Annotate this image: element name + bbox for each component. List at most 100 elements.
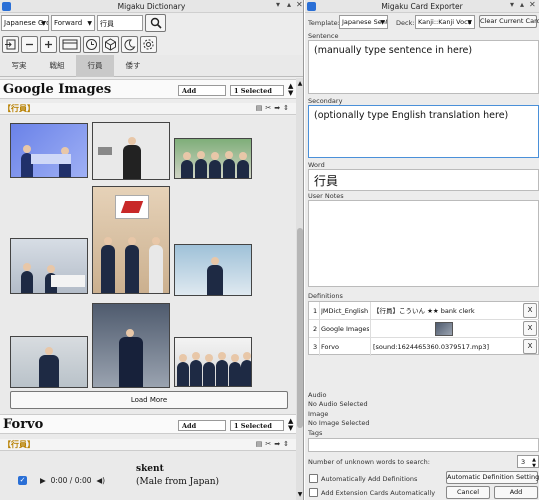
definition-row[interactable]: 2 Google Images X [309, 320, 539, 338]
scrollbar-thumb[interactable] [297, 228, 303, 428]
remove-definition-button[interactable]: X [523, 321, 537, 336]
image-result-8[interactable] [92, 303, 170, 388]
image-result-1[interactable] [10, 123, 88, 178]
forvo-pronunciation-row: ✓ ▶ 0:00 / 0:00 ◀) skent (Male from Japa… [0, 452, 296, 500]
close-icon[interactable]: ✕ [296, 0, 303, 9]
forvo-term-label: 【行員】 [3, 440, 35, 449]
clear-current-card-button[interactable]: Clear Current Card [479, 15, 539, 28]
reorder-icon[interactable]: ⇕ [283, 104, 292, 112]
automatic-definition-settings-button[interactable]: Automatic Definition Settings [446, 471, 539, 484]
forvo-selected-field[interactable]: 1 Selected [230, 420, 284, 431]
remove-definition-button[interactable]: X [523, 303, 537, 318]
dictionary-view-button[interactable] [59, 36, 81, 53]
sentence-field[interactable]: (manually type sentence in here) [308, 40, 539, 94]
tab-1[interactable]: 写実 [0, 55, 38, 77]
maximize-icon[interactable]: ▴ [287, 0, 291, 9]
gear-icon [143, 39, 154, 50]
google-add-field[interactable]: Add [178, 85, 226, 96]
maximize-icon[interactable]: ▴ [520, 0, 524, 9]
image-result-9[interactable] [174, 337, 252, 387]
zoom-in-button[interactable] [40, 36, 57, 53]
send-icon[interactable]: ➡ [274, 440, 283, 448]
image-result-4[interactable] [10, 238, 88, 294]
search-direction-value: Forward [54, 19, 83, 27]
image-result-7[interactable] [10, 336, 88, 388]
book-icon [62, 39, 78, 50]
scroll-down-icon[interactable]: ▼ [296, 491, 303, 498]
google-selected-field[interactable]: 1 Selected [230, 85, 284, 96]
deck-select[interactable]: Kanji::Kanji Voca ▼ [415, 15, 475, 29]
cancel-button[interactable]: Cancel [446, 486, 490, 499]
definition-content: [sound:1624465360.0379517.mp3] [373, 343, 490, 351]
image-result-5[interactable] [92, 186, 170, 294]
template-label: Template: [308, 19, 340, 27]
send-icon[interactable]: ➡ [274, 104, 283, 112]
remove-definition-button[interactable]: X [523, 339, 537, 354]
load-more-button[interactable]: Load More [10, 391, 288, 409]
tab-3-active[interactable]: 行員 [76, 55, 114, 77]
plus-icon [45, 41, 52, 48]
volume-icon[interactable]: ◀) [96, 476, 105, 485]
term-actions: ▤✂➡⇕ [256, 104, 292, 112]
scissors-icon[interactable]: ✂ [265, 440, 274, 448]
forvo-add-field[interactable]: Add [178, 420, 226, 431]
tab-2[interactable]: 戦組 [38, 55, 76, 77]
document-icon[interactable]: ▤ [256, 104, 266, 112]
image-thumbnail [435, 322, 453, 336]
image-result-6[interactable] [174, 244, 252, 296]
scroll-up-icon[interactable]: ▲ [296, 80, 303, 87]
template-select[interactable]: Japanese Senter ▼ [339, 15, 388, 29]
close-icon[interactable]: ✕ [529, 0, 536, 9]
search-input[interactable]: 行員 [97, 15, 143, 31]
result-tabs: 写実 戦組 行員 倭す [0, 55, 303, 77]
tags-field[interactable] [308, 438, 539, 452]
scissors-icon[interactable]: ✂ [265, 104, 274, 112]
audio-player[interactable]: ▶ 0:00 / 0:00 ◀) [40, 476, 105, 485]
window-title: Migaku Dictionary [117, 1, 186, 11]
export-icon [5, 39, 16, 50]
secondary-field[interactable]: (optionally type English translation her… [308, 105, 539, 158]
settings-button[interactable] [140, 36, 157, 53]
spin-arrows-icon[interactable]: ▲ ▼ [532, 457, 536, 467]
reorder-arrows-icon[interactable]: ▲ ▼ [288, 418, 293, 432]
add-extension-cards-checkbox[interactable] [309, 488, 318, 497]
speaker-name: skent [136, 464, 164, 474]
audio-status: No Audio Selected [308, 400, 368, 408]
history-button[interactable] [83, 36, 100, 53]
reorder-icon[interactable]: ⇕ [283, 440, 292, 448]
definition-row[interactable]: 3 Forvo [sound:1624465360.0379517.mp3] X [309, 338, 539, 356]
search-direction-select[interactable]: Forward ▼ [51, 15, 95, 31]
play-icon[interactable]: ▶ [40, 476, 46, 485]
definition-number: 3 [313, 343, 318, 351]
image-result-3[interactable] [174, 138, 252, 179]
google-term-label: 【行員】 [3, 104, 35, 113]
zoom-out-button[interactable] [21, 36, 38, 53]
dark-mode-button[interactable] [121, 36, 138, 53]
minimize-icon[interactable]: ▾ [276, 0, 280, 9]
definition-row[interactable]: 1 JMDict_English 【行員】こういん ★★ bank clerk … [309, 302, 539, 320]
unknown-words-spinbox[interactable]: 3 ▲ ▼ [517, 455, 539, 468]
word-field[interactable]: 行員 [308, 169, 539, 191]
tab-4[interactable]: 倭す [114, 55, 152, 77]
results-scrollbar[interactable]: ▲ ▼ [296, 78, 303, 500]
search-input-value: 行員 [100, 20, 114, 28]
pronunciation-checkbox[interactable]: ✓ [18, 476, 27, 485]
reorder-arrows-icon[interactable]: ▲ ▼ [288, 83, 293, 97]
image-label: Image [308, 410, 329, 418]
auto-add-definitions-checkbox[interactable] [309, 474, 318, 483]
export-button[interactable] [2, 36, 19, 53]
add-button[interactable]: Add [494, 486, 538, 499]
document-icon[interactable]: ▤ [256, 440, 266, 448]
image-result-2[interactable] [92, 122, 170, 180]
definition-content: 【行員】こういん ★★ bank clerk [373, 307, 475, 315]
dictionary-group-select[interactable]: Japanese Gro ▼ [1, 15, 49, 31]
auto-add-definitions-label: Automatically Add Definitions [321, 475, 418, 483]
add-extension-cards-label: Add Extension Cards Automatically [321, 489, 436, 497]
forvo-term-header: 【行員】 ▤✂➡⇕ [0, 439, 296, 451]
chevron-down-icon: ▼ [467, 19, 472, 26]
results-scroll-area: Google Images Add 1 Selected ▲ ▼ 【行員】 ▤✂➡… [0, 78, 296, 500]
search-button[interactable] [145, 14, 166, 32]
card-settings-button[interactable] [102, 36, 119, 53]
minimize-icon[interactable]: ▾ [510, 0, 514, 9]
user-notes-field[interactable] [308, 200, 539, 287]
